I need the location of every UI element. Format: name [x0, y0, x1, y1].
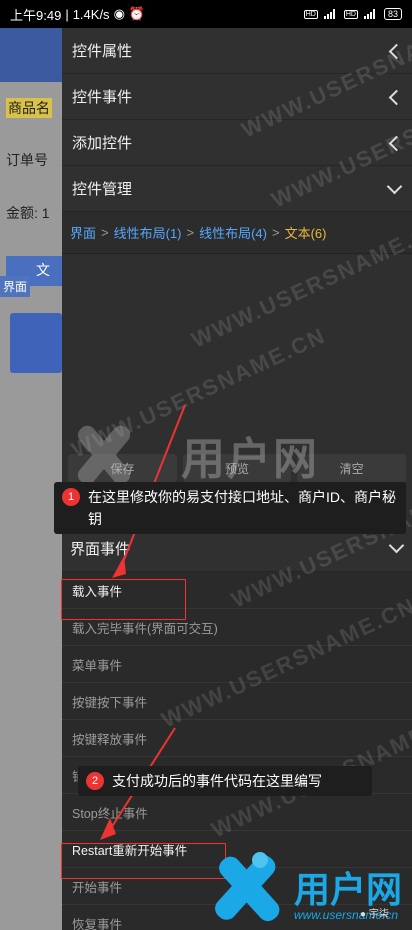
logo-x-icon	[215, 852, 280, 922]
signal-icon-2	[363, 9, 378, 19]
network-speed: 1.4K/s	[72, 6, 110, 22]
callout-number: 1	[62, 488, 80, 506]
callout-number: 2	[86, 772, 104, 790]
wechat-account: ● 宇柒	[360, 909, 389, 920]
callout-1: 1 在这里修改你的易支付接口地址、商户ID、商户秘钥	[54, 482, 406, 534]
status-time: 上午9:49	[10, 7, 62, 23]
notification-icon: ◉	[113, 6, 125, 21]
corner-logo-title: 用户网	[294, 869, 403, 910]
status-bar: 上午9:49 | 1.4K/s ◉ ⏰ HD HD 83	[0, 0, 412, 28]
callout-2: 2 支付成功后的事件代码在这里编写	[78, 766, 372, 796]
hd-icon-2: HD	[343, 9, 358, 19]
battery-icon: 83	[383, 8, 402, 20]
hd-icon: HD	[303, 9, 318, 19]
signal-icon	[323, 9, 338, 19]
alarm-icon: ⏰	[128, 6, 146, 21]
wechat-icon: ●	[360, 909, 367, 920]
